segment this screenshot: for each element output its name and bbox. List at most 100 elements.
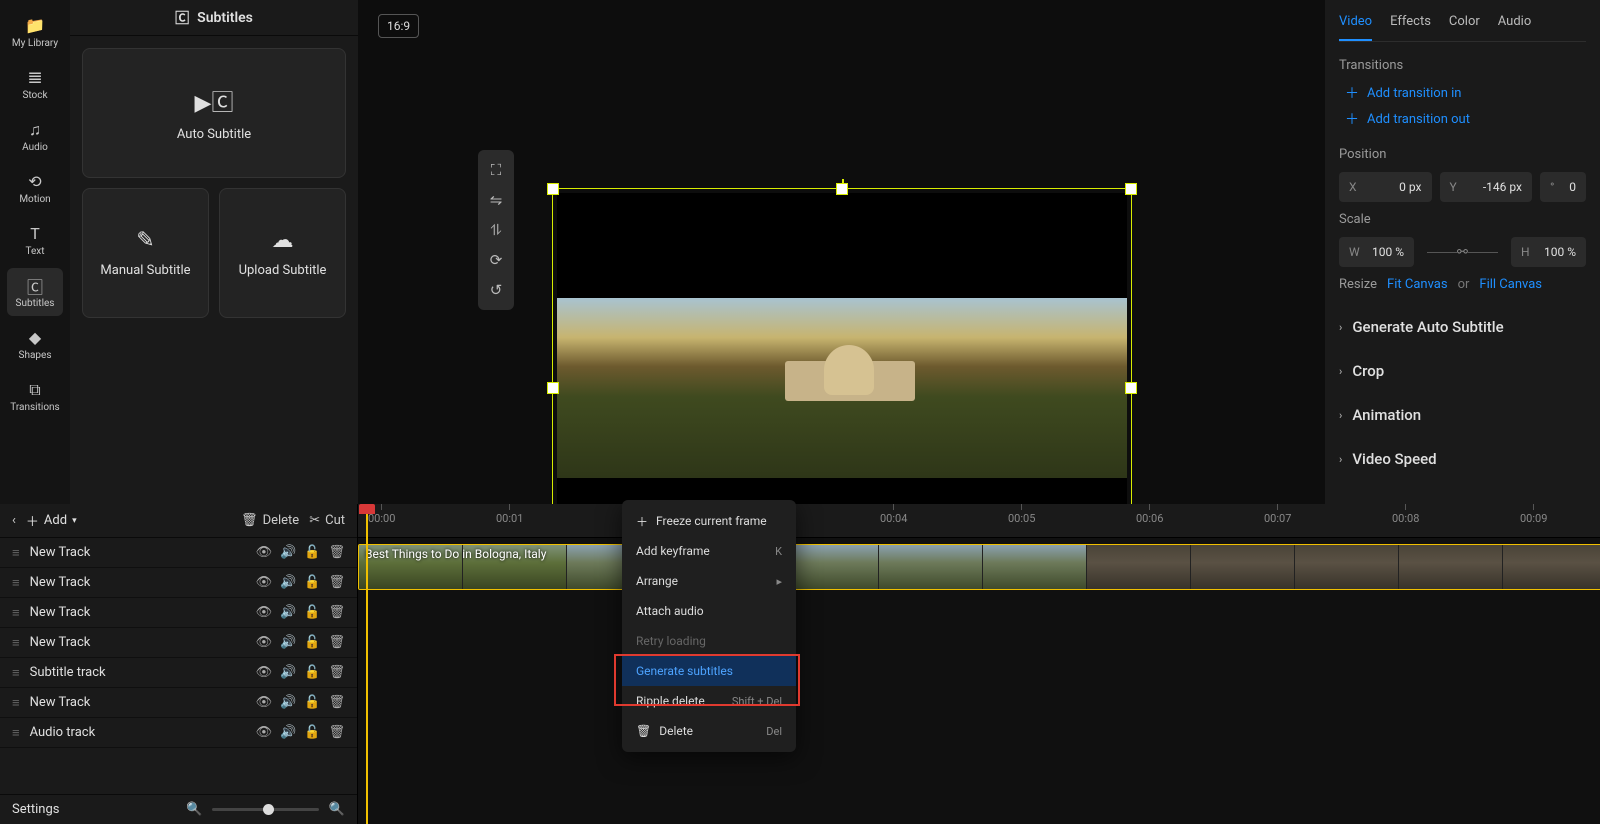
timeline-lanes[interactable]: 00:0000:0100:0200:0300:0400:0500:0600:07… bbox=[358, 504, 1600, 824]
speaker-icon[interactable]: 🔊 bbox=[280, 575, 296, 590]
speaker-icon[interactable]: 🔊 bbox=[280, 605, 296, 620]
manual-subtitle-card[interactable]: ✎ Manual Subtitle bbox=[82, 188, 209, 318]
tab-effects[interactable]: Effects bbox=[1390, 14, 1431, 41]
context-menu-item[interactable]: Ripple deleteShift + Del bbox=[622, 686, 796, 716]
scale-h-input[interactable]: H100 % bbox=[1511, 237, 1586, 267]
trash-icon[interactable]: 🗑 bbox=[328, 635, 345, 650]
acc-animation[interactable]: ›Animation bbox=[1339, 406, 1586, 424]
video-clip[interactable]: Best Things to Do in Bologna, Italy bbox=[358, 544, 1600, 590]
context-menu-item[interactable]: ＋Freeze current frame bbox=[622, 506, 796, 536]
sidebar-item-audio[interactable]: ♫Audio bbox=[7, 112, 63, 160]
pos-x-input[interactable]: X0 px bbox=[1339, 172, 1432, 202]
tab-color[interactable]: Color bbox=[1449, 14, 1480, 41]
eye-icon[interactable]: 👁 bbox=[256, 665, 273, 680]
lock-icon[interactable]: 🔓 bbox=[304, 695, 320, 710]
lock-icon[interactable]: 🔓 bbox=[304, 725, 320, 740]
undo-icon[interactable]: ↺ bbox=[484, 278, 508, 302]
sidebar-item-subtitles[interactable]: 🄲Subtitles bbox=[7, 268, 63, 316]
drag-icon[interactable]: ≡ bbox=[12, 725, 20, 741]
eye-icon[interactable]: 👁 bbox=[256, 695, 273, 710]
time-ruler[interactable]: 00:0000:0100:0200:0300:0400:0500:0600:07… bbox=[358, 504, 1600, 538]
track-row[interactable]: ≡New Track👁🔊🔓🗑 bbox=[0, 688, 357, 718]
handle-tm[interactable] bbox=[836, 183, 848, 195]
sidebar-item-motion[interactable]: ⟲Motion bbox=[7, 164, 63, 212]
track-row[interactable]: ≡New Track👁🔊🔓🗑 bbox=[0, 538, 357, 568]
pos-y-input[interactable]: Y-146 px bbox=[1440, 172, 1533, 202]
delete-button[interactable]: 🗑Delete bbox=[241, 513, 299, 528]
eye-icon[interactable]: 👁 bbox=[256, 725, 273, 740]
speaker-icon[interactable]: 🔊 bbox=[280, 545, 296, 560]
timeline-zoom-slider[interactable] bbox=[212, 808, 319, 811]
fit-canvas-link[interactable]: Fit Canvas bbox=[1387, 277, 1448, 292]
acc-auto-subtitle[interactable]: ›Generate Auto Subtitle bbox=[1339, 318, 1586, 336]
eye-icon[interactable]: 👁 bbox=[256, 545, 273, 560]
sidebar-item-stock[interactable]: 𝌆Stock bbox=[7, 60, 63, 108]
back-button[interactable]: ‹ bbox=[12, 513, 16, 528]
angle-input[interactable]: °0 bbox=[1540, 172, 1586, 202]
drag-icon[interactable]: ≡ bbox=[12, 635, 20, 651]
zoom-out-icon[interactable]: 🔍 bbox=[186, 802, 202, 817]
eye-icon[interactable]: 👁 bbox=[256, 575, 273, 590]
add-button[interactable]: ＋Add▾ bbox=[26, 511, 77, 530]
sidebar-item-transitions[interactable]: ⧉Transitions bbox=[7, 372, 63, 420]
track-row[interactable]: ≡New Track👁🔊🔓🗑 bbox=[0, 598, 357, 628]
sidebar-item-library[interactable]: 📁My Library bbox=[7, 8, 63, 56]
upload-subtitle-card[interactable]: ☁ Upload Subtitle bbox=[219, 188, 346, 318]
context-menu-item[interactable]: 🗑DeleteDel bbox=[622, 716, 796, 746]
drag-icon[interactable]: ≡ bbox=[12, 545, 20, 561]
tab-video[interactable]: Video bbox=[1339, 14, 1372, 41]
track-row[interactable]: ≡Subtitle track👁🔊🔓🗑 bbox=[0, 658, 357, 688]
track-row[interactable]: ≡Audio track👁🔊🔓🗑 bbox=[0, 718, 357, 748]
context-menu-item[interactable]: Arrange▸ bbox=[622, 566, 796, 596]
trash-icon[interactable]: 🗑 bbox=[328, 575, 345, 590]
trash-icon[interactable]: 🗑 bbox=[328, 665, 345, 680]
lock-icon[interactable]: 🔓 bbox=[304, 575, 320, 590]
rotate-icon[interactable]: ⟳ bbox=[484, 248, 508, 272]
eye-icon[interactable]: 👁 bbox=[256, 605, 273, 620]
handle-tr[interactable] bbox=[1125, 183, 1137, 195]
playhead[interactable] bbox=[366, 504, 368, 824]
speaker-icon[interactable]: 🔊 bbox=[280, 695, 296, 710]
speaker-icon[interactable]: 🔊 bbox=[280, 725, 296, 740]
sidebar-item-text[interactable]: TText bbox=[7, 216, 63, 264]
acc-video-speed[interactable]: ›Video Speed bbox=[1339, 450, 1586, 468]
add-transition-in[interactable]: ＋Add transition in bbox=[1345, 83, 1586, 103]
drag-icon[interactable]: ≡ bbox=[12, 695, 20, 711]
settings-link[interactable]: Settings bbox=[12, 802, 59, 817]
speaker-icon[interactable]: 🔊 bbox=[280, 635, 296, 650]
eye-icon[interactable]: 👁 bbox=[256, 635, 273, 650]
trash-icon[interactable]: 🗑 bbox=[328, 545, 345, 560]
track-row[interactable]: ≡New Track👁🔊🔓🗑 bbox=[0, 568, 357, 598]
zoom-in-icon[interactable]: 🔍 bbox=[329, 802, 345, 817]
tab-audio[interactable]: Audio bbox=[1498, 14, 1531, 41]
context-menu-item[interactable]: Generate subtitles bbox=[622, 656, 796, 686]
trash-icon[interactable]: 🗑 bbox=[328, 695, 345, 710]
flip-h-icon[interactable]: ⇋ bbox=[484, 188, 508, 212]
aspect-ratio-button[interactable]: 16:9 bbox=[378, 14, 419, 38]
flip-v-icon[interactable]: ⥮ bbox=[484, 218, 508, 242]
auto-subtitle-card[interactable]: ▶🄲 Auto Subtitle bbox=[82, 48, 346, 178]
context-menu-item[interactable]: Add keyframeK bbox=[622, 536, 796, 566]
drag-icon[interactable]: ≡ bbox=[12, 605, 20, 621]
track-row[interactable]: ≡New Track👁🔊🔓🗑 bbox=[0, 628, 357, 658]
context-menu-item[interactable]: Attach audio bbox=[622, 596, 796, 626]
speaker-icon[interactable]: 🔊 bbox=[280, 665, 296, 680]
sidebar-item-shapes[interactable]: ◆Shapes bbox=[7, 320, 63, 368]
handle-tl[interactable] bbox=[547, 183, 559, 195]
lock-icon[interactable]: 🔓 bbox=[304, 665, 320, 680]
fit-icon[interactable]: ⛶ bbox=[484, 158, 508, 182]
trash-icon[interactable]: 🗑 bbox=[328, 605, 345, 620]
acc-crop[interactable]: ›Crop bbox=[1339, 362, 1586, 380]
lock-icon[interactable]: 🔓 bbox=[304, 605, 320, 620]
lock-icon[interactable]: 🔓 bbox=[304, 635, 320, 650]
drag-icon[interactable]: ≡ bbox=[12, 665, 20, 681]
add-transition-out[interactable]: ＋Add transition out bbox=[1345, 109, 1586, 129]
cut-button[interactable]: ✂Cut bbox=[309, 513, 345, 528]
drag-icon[interactable]: ≡ bbox=[12, 575, 20, 591]
fill-canvas-link[interactable]: Fill Canvas bbox=[1479, 277, 1542, 292]
scale-link-slider[interactable]: ⚯ bbox=[1422, 245, 1503, 260]
inspector-tabs: Video Effects Color Audio bbox=[1339, 14, 1586, 42]
trash-icon[interactable]: 🗑 bbox=[328, 725, 345, 740]
scale-w-input[interactable]: W100 % bbox=[1339, 237, 1414, 267]
lock-icon[interactable]: 🔓 bbox=[304, 545, 320, 560]
